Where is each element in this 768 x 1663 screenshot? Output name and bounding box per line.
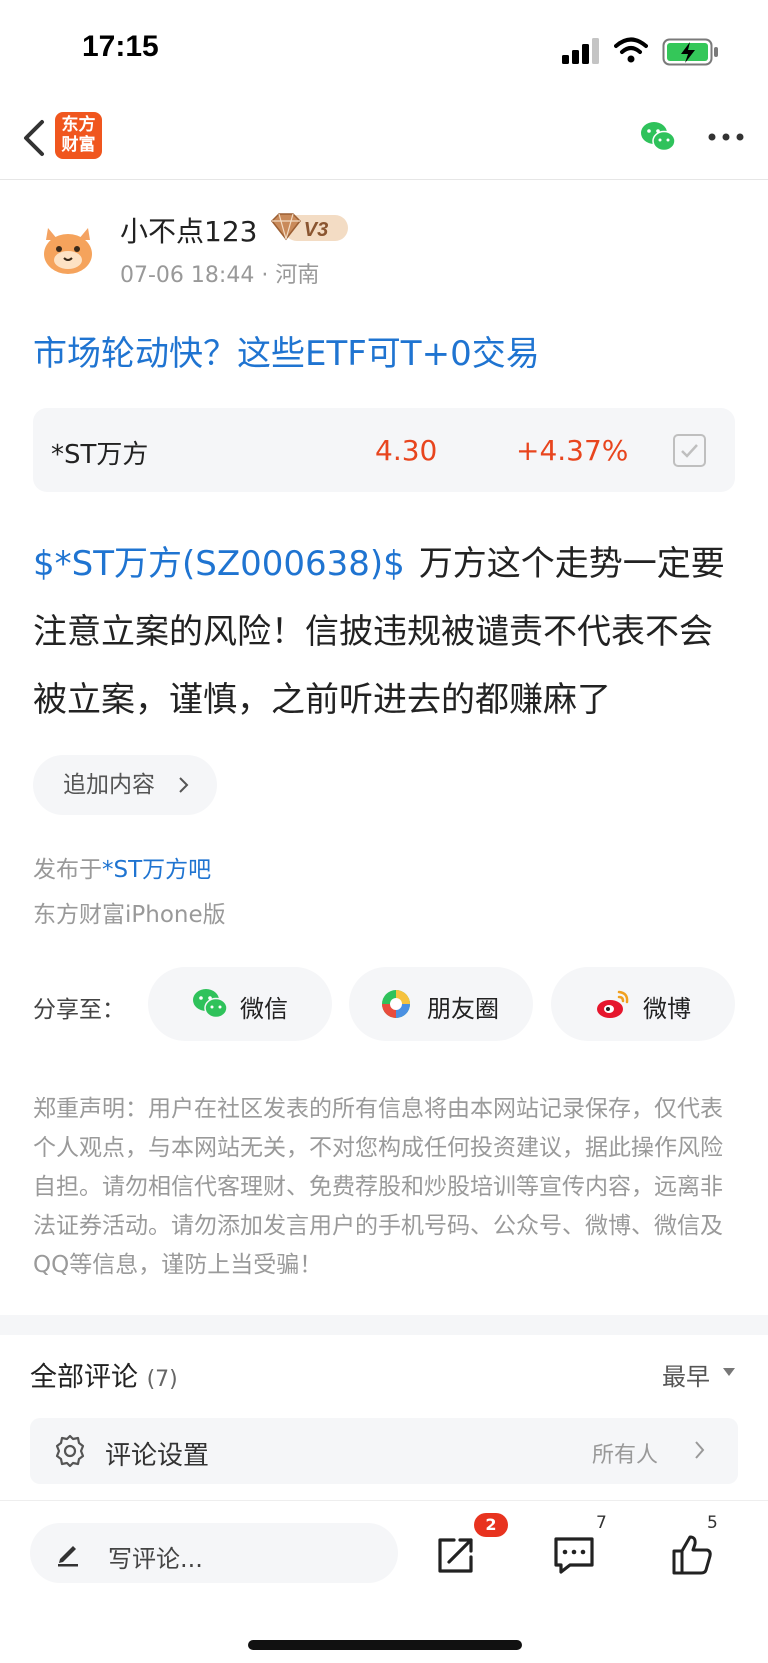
post-date: 07-06 18:44	[120, 263, 255, 288]
moments-icon	[382, 990, 410, 1018]
pen-icon	[58, 1546, 78, 1567]
comments-count: (7)	[146, 1367, 178, 1392]
wechat-icon	[193, 989, 228, 1019]
add-watchlist-checkbox[interactable]	[673, 434, 706, 467]
share-icon[interactable]	[432, 1531, 480, 1579]
comments-title: 全部评论 (7)	[30, 1355, 178, 1394]
comment-settings-value: 所有人	[592, 1443, 659, 1468]
like-count: 5	[707, 1513, 718, 1533]
battery-charging-icon	[662, 38, 718, 66]
app-logo[interactable]: 东方 财富	[55, 112, 102, 159]
add-content-label: 追加内容	[63, 772, 155, 798]
logo-text-bottom: 财富	[61, 135, 96, 155]
vip-level-badge: V3	[271, 213, 348, 241]
comments-title-text: 全部评论	[30, 1362, 138, 1393]
comment-input[interactable]: 写评论...	[30, 1523, 398, 1583]
comment-settings-label: 评论设置	[105, 1441, 210, 1471]
logo-text-top: 东方	[61, 115, 96, 135]
author-name[interactable]: 小不点123	[120, 210, 257, 250]
bottom-action-bar: 写评论... 2 7 5	[0, 1500, 768, 1663]
stock-quote-card[interactable]: *ST万方 4.30 +4.37%	[33, 408, 735, 492]
add-content-button[interactable]: 追加内容	[33, 755, 217, 815]
stock-price: 4.30	[375, 434, 438, 467]
vip-level-text: V3	[304, 219, 328, 241]
author-avatar[interactable]	[38, 218, 98, 278]
back-button[interactable]	[14, 116, 54, 160]
share-weibo-button[interactable]: 微博	[551, 967, 735, 1041]
more-icon[interactable]	[706, 124, 746, 150]
share-moments-button[interactable]: 朋友圈	[349, 967, 533, 1041]
sort-dropdown[interactable]: 最早	[662, 1357, 710, 1392]
stock-name: *ST万方	[51, 440, 149, 470]
home-indicator	[248, 1640, 522, 1650]
stock-link[interactable]: $*ST万方(SZ000638)$	[33, 544, 405, 584]
share-moments-label: 朋友圈	[427, 995, 499, 1023]
chevron-right-icon	[179, 777, 189, 793]
share-label: 分享至：	[33, 997, 125, 1023]
chevron-right-icon	[695, 1441, 705, 1459]
share-count-badge: 2	[474, 1513, 508, 1537]
comment-count: 7	[596, 1513, 607, 1533]
disclaimer: 郑重声明：用户在社区发表的所有信息将由本网站记录保存，仅代表个人观点，与本网站无…	[33, 1096, 723, 1278]
post-meta: 07-06 18:44 · 河南	[120, 257, 319, 289]
client-info: 东方财富iPhone版	[33, 902, 226, 928]
check-icon	[681, 444, 698, 458]
status-bar: 17:15	[0, 0, 768, 100]
comment-placeholder: 写评论...	[108, 1545, 203, 1573]
post-title[interactable]: 市场轮动快？这些ETF可T+0交易	[33, 326, 540, 375]
weibo-icon	[597, 990, 629, 1018]
gear-icon	[55, 1434, 85, 1468]
share-weibo-label: 微博	[643, 995, 691, 1023]
stock-change: +4.37%	[516, 434, 629, 467]
meta-separator: ·	[261, 263, 269, 288]
publish-prefix: 发布于	[33, 857, 102, 883]
forum-link[interactable]: *ST万方吧	[102, 857, 211, 883]
wechat-share-icon[interactable]	[640, 120, 676, 154]
wifi-icon	[614, 37, 648, 63]
post-location: 河南	[275, 263, 320, 288]
thumbs-up-icon[interactable]	[668, 1531, 716, 1579]
nav-bar: 东方 财富	[0, 100, 768, 180]
post-body: $*ST万方(SZ000638)$ 万方这个走势一定要注意立案的风险！信披违规被谴…	[33, 530, 745, 734]
section-divider	[0, 1315, 768, 1335]
publish-info: 发布于*ST万方吧	[33, 850, 211, 884]
caret-down-icon[interactable]	[722, 1367, 736, 1377]
cellular-signal-icon	[562, 38, 599, 64]
comment-settings-row[interactable]: 评论设置 所有人	[30, 1418, 738, 1484]
share-wechat-button[interactable]: 微信	[148, 967, 332, 1041]
share-wechat-label: 微信	[240, 995, 288, 1023]
comment-icon[interactable]	[550, 1531, 598, 1579]
status-time: 17:15	[82, 30, 159, 63]
